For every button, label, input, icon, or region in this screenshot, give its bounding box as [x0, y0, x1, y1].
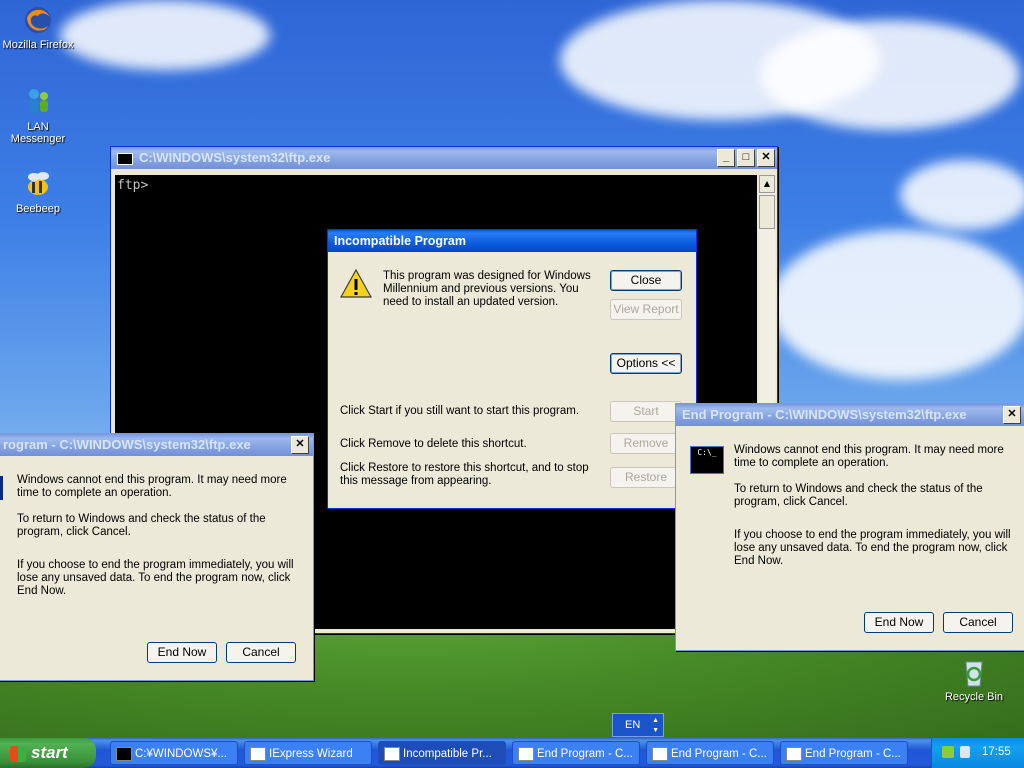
- desktop-icon-label: Mozilla Firefox: [2, 39, 74, 51]
- end-program-message-2: To return to Windows and check the statu…: [17, 513, 266, 538]
- task-console[interactable]: C:¥WINDOWS¥...: [110, 741, 238, 765]
- end-now-button[interactable]: End Now: [147, 642, 217, 663]
- clock[interactable]: 17:55: [982, 746, 1011, 758]
- console-title: C:\WINDOWS\system32\ftp.exe: [139, 150, 331, 165]
- desktop-icon-label: Recycle Bin: [944, 691, 1004, 703]
- dialog-title: Incompatible Program: [334, 234, 466, 248]
- recycle-bin-icon: [958, 656, 990, 688]
- task-end-program-1[interactable]: End Program - C...: [512, 741, 640, 765]
- task-label: End Program - C...: [671, 748, 767, 760]
- restore-instruction: Click Restore to restore this shortcut, …: [340, 462, 589, 487]
- end-program-message-3: If you choose to end the program immedia…: [734, 529, 1011, 567]
- lan-messenger-icon: [22, 86, 54, 118]
- console-task-icon: [116, 747, 132, 761]
- task-end-program-2[interactable]: End Program - C...: [646, 741, 774, 765]
- window-task-icon: [652, 747, 668, 761]
- window-task-icon: [518, 747, 534, 761]
- end-program-message-1: Windows cannot end this program. It may …: [17, 474, 287, 499]
- close-button[interactable]: ✕: [757, 149, 775, 167]
- window-task-icon: [384, 747, 400, 761]
- incompatible-titlebar[interactable]: Incompatible Program: [328, 230, 696, 252]
- cloud: [770, 230, 1024, 380]
- system-tray: 17:55: [931, 738, 1024, 768]
- dialog-title: rogram - C:\WINDOWS\system32\ftp.exe: [3, 437, 251, 452]
- console-prompt: ftp>: [117, 178, 149, 193]
- desktop: Mozilla Firefox LAN Messenger Beebeep Re…: [0, 0, 1024, 738]
- scroll-thumb[interactable]: [759, 195, 775, 229]
- end-program-dialog-left: rogram - C:\WINDOWS\system32\ftp.exe ✕ W…: [0, 433, 314, 681]
- end-program-message-1: Windows cannot end this program. It may …: [734, 444, 1004, 469]
- remove-instruction: Click Remove to delete this shortcut.: [340, 438, 527, 450]
- desktop-icon-recycle-bin[interactable]: Recycle Bin: [936, 656, 1012, 703]
- view-report-button[interactable]: View Report: [610, 299, 682, 320]
- end-program-titlebar[interactable]: rogram - C:\WINDOWS\system32\ftp.exe ✕: [0, 434, 313, 456]
- task-label: IExpress Wizard: [269, 748, 353, 760]
- incompatible-program-dialog: Incompatible Program This program was de…: [327, 229, 697, 509]
- firefox-icon: [22, 4, 54, 36]
- start-label: start: [31, 743, 68, 762]
- desktop-icon-firefox[interactable]: Mozilla Firefox: [0, 4, 76, 51]
- task-label: End Program - C...: [805, 748, 901, 760]
- language-options-icon[interactable]: ▲ ▼: [652, 714, 659, 736]
- start-button[interactable]: start: [0, 738, 96, 768]
- window-task-icon: [786, 747, 802, 761]
- remove-button[interactable]: Remove: [610, 433, 682, 454]
- end-program-titlebar[interactable]: End Program - C:\WINDOWS\system32\ftp.ex…: [676, 404, 1024, 426]
- options-button[interactable]: Options <<: [610, 353, 682, 374]
- close-dialog-button[interactable]: Close: [610, 270, 682, 291]
- start-button[interactable]: Start: [610, 401, 682, 422]
- close-button[interactable]: ✕: [291, 436, 309, 454]
- task-incompatible-program[interactable]: Incompatible Pr...: [378, 741, 506, 765]
- console-titlebar[interactable]: C:\WINDOWS\system32\ftp.exe _ □ ✕: [111, 147, 777, 169]
- minimize-button[interactable]: _: [717, 149, 735, 167]
- cloud: [760, 20, 1020, 130]
- language-label: EN: [625, 719, 641, 731]
- wizard-task-icon: [250, 747, 266, 761]
- task-end-program-3[interactable]: End Program - C...: [780, 741, 908, 765]
- cancel-button[interactable]: Cancel: [226, 642, 296, 663]
- network-icon[interactable]: [942, 746, 954, 758]
- cloud: [900, 160, 1024, 230]
- windows-logo-icon: [10, 745, 26, 762]
- task-label: Incompatible Pr...: [403, 748, 492, 760]
- restore-button[interactable]: Restore: [610, 467, 682, 488]
- maximize-button[interactable]: □: [737, 149, 755, 167]
- beebeep-icon: [22, 168, 54, 200]
- end-program-message-3: If you choose to end the program immedia…: [17, 559, 294, 597]
- language-bar[interactable]: EN ▲ ▼: [612, 713, 664, 737]
- program-icon: [0, 476, 3, 500]
- taskbar: start C:¥WINDOWS¥... IExpress Wizard Inc…: [0, 738, 1024, 768]
- cancel-button[interactable]: Cancel: [943, 612, 1013, 633]
- start-instruction: Click Start if you still want to start t…: [340, 405, 580, 417]
- cloud: [60, 0, 270, 70]
- task-iexpress-wizard[interactable]: IExpress Wizard: [244, 741, 372, 765]
- desktop-icon-beebeep[interactable]: Beebeep: [0, 168, 76, 215]
- console-app-icon: [117, 152, 133, 165]
- end-now-button[interactable]: End Now: [864, 612, 934, 633]
- warning-icon: [339, 268, 373, 303]
- end-program-message-2: To return to Windows and check the statu…: [734, 483, 983, 508]
- dialog-title: End Program - C:\WINDOWS\system32\ftp.ex…: [682, 407, 967, 422]
- close-button[interactable]: ✕: [1003, 406, 1021, 424]
- speaker-icon[interactable]: [960, 746, 970, 758]
- desktop-icon-lan-messenger[interactable]: LAN Messenger: [0, 86, 76, 145]
- end-program-dialog-right: End Program - C:\WINDOWS\system32\ftp.ex…: [675, 403, 1024, 651]
- desktop-icon-label: Beebeep: [15, 203, 61, 215]
- scroll-up-arrow-icon[interactable]: ▲: [759, 175, 775, 193]
- task-label: End Program - C...: [537, 748, 633, 760]
- console-program-icon: C:\_: [690, 446, 724, 474]
- compatibility-message: This program was designed for Windows Mi…: [383, 270, 591, 308]
- task-label: C:¥WINDOWS¥...: [135, 748, 228, 760]
- desktop-icon-label: LAN Messenger: [10, 121, 66, 145]
